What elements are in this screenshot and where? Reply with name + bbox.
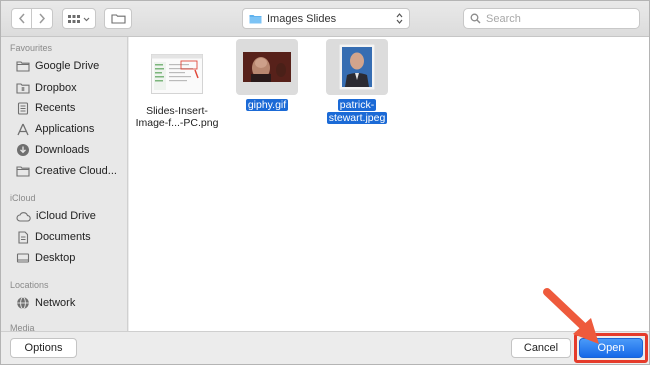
file-thumbnail [326,39,388,95]
search-icon [470,13,481,24]
globe-icon [17,296,29,310]
file-name: Slides-Insert- Image-f...-PC.png [136,105,219,129]
sidebar-item-dropbox[interactable]: Dropbox [16,79,77,97]
folder-icon [249,14,262,23]
file-name-line: giphy.gif [245,99,289,111]
file-open-dialog: Images Slides Favourites Google Drive Dr… [0,0,650,365]
sidebar-item-label: iCloud Drive [36,210,96,222]
location-popup[interactable]: Images Slides [242,8,410,29]
sidebar-item-icloud-drive[interactable]: iCloud Drive [16,207,96,225]
back-button[interactable] [11,8,32,29]
downloads-icon [17,144,29,156]
section-title-icloud: iCloud [10,193,36,203]
sidebar-item-label: Network [35,297,76,309]
search-input[interactable] [486,12,636,25]
sidebar-item-label: Applications [35,123,95,135]
cloud-icon [16,211,31,222]
sidebar-item-label: Google Drive [35,60,100,72]
sidebar: Favourites Google Drive Dropbox Recents … [1,37,128,331]
sidebar-item-recents[interactable]: Recents [16,99,75,117]
sidebar-item-label: Dropbox [35,82,77,94]
file-item[interactable]: giphy.gif [235,39,299,111]
folder-icon [16,61,30,72]
sidebar-item-label: Desktop [35,252,76,264]
sidebar-item-downloads[interactable]: Downloads [16,141,89,159]
image-thumbnail-icon [243,52,291,82]
location-label: Images Slides [267,12,337,25]
sidebar-item-label: Documents [35,231,91,243]
icon-grid-view-icon [68,14,90,23]
section-title-media: Media [10,323,35,331]
section-title-favourites: Favourites [10,43,53,53]
new-folder-button[interactable] [104,8,132,29]
annotation-arrow-icon [543,288,599,344]
screenshot-thumbnail-icon [151,54,203,94]
sidebar-item-network[interactable]: Network [16,294,75,312]
sidebar-item-creative-cloud[interactable]: Creative Cloud... [16,162,117,180]
sidebar-item-applications[interactable]: Applications [16,120,94,138]
sidebar-item-desktop[interactable]: Desktop [16,249,75,267]
file-thumbnail [236,39,298,95]
folder-icon [16,166,30,177]
sidebar-item-documents[interactable]: Documents [16,228,91,246]
document-icon [18,230,29,244]
chevron-left-icon [18,13,25,24]
file-name-line: patrick- [337,99,377,111]
sidebar-item-google-drive[interactable]: Google Drive [16,57,99,75]
file-name-line: Slides-Insert- [146,105,208,117]
file-name: patrick- stewart.jpeg [326,99,388,124]
file-name: giphy.gif [245,99,289,111]
file-item[interactable]: patrick- stewart.jpeg [325,39,389,124]
dropbox-icon [16,83,30,94]
section-title-locations: Locations [10,280,49,290]
toolbar: Images Slides [1,1,649,37]
sidebar-item-label: Recents [35,102,76,114]
folder-icon [110,14,126,24]
sidebar-item-label: Creative Cloud... [35,165,117,177]
sidebar-item-label: Downloads [35,144,90,156]
file-thumbnail [147,47,207,101]
recents-icon [17,101,29,115]
file-name-line: Image-f...-PC.png [135,117,219,129]
file-name-line: stewart.jpeg [326,112,388,124]
forward-button[interactable] [32,8,53,29]
desktop-icon [16,252,30,263]
image-thumbnail-icon [339,44,375,90]
chevron-right-icon [39,13,46,24]
search-field[interactable] [463,8,640,29]
file-item[interactable]: Slides-Insert- Image-f...-PC.png [132,47,222,129]
updown-arrows-icon [396,13,403,24]
options-button[interactable]: Options [10,338,77,358]
view-mode-button[interactable] [62,8,96,29]
applications-icon [17,123,29,135]
